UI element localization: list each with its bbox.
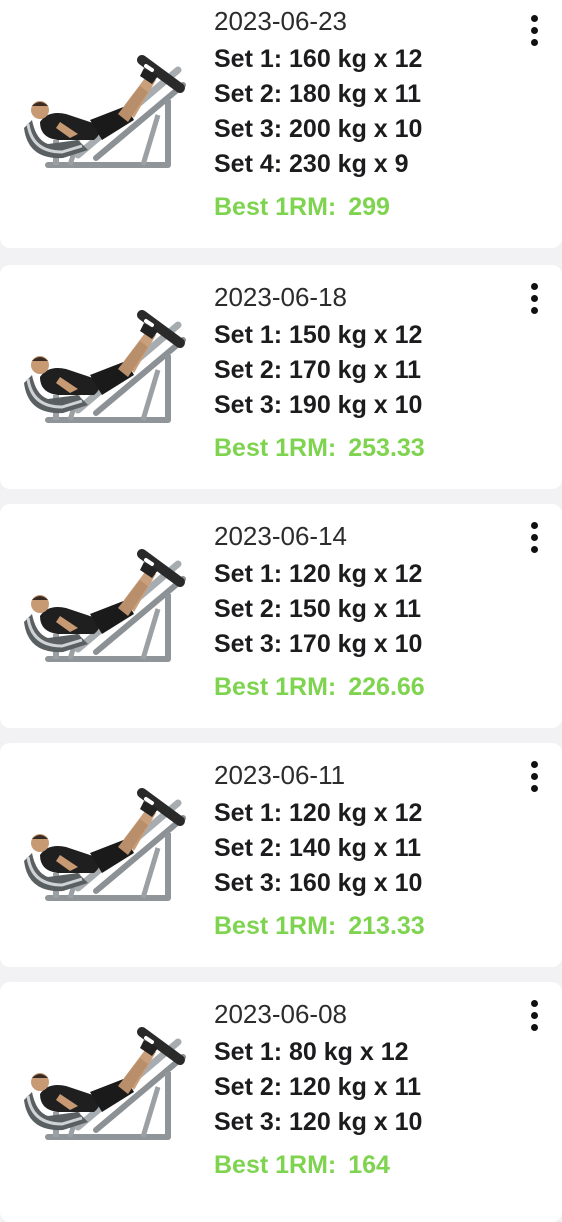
- more-vertical-icon[interactable]: [516, 278, 552, 318]
- best-1rm-value: 226.66: [348, 673, 425, 701]
- workout-date: 2023-06-14: [214, 521, 347, 551]
- set-list: Set 1: 150 kg x 12 Set 2: 170 kg x 11 Se…: [214, 318, 514, 423]
- set-row: Set 2: 120 kg x 11: [214, 1073, 422, 1101]
- set-row: Set 2: 150 kg x 11: [214, 595, 422, 623]
- set-row: Set 1: 150 kg x 12: [214, 321, 423, 349]
- workout-date: 2023-06-11: [214, 760, 346, 790]
- best-1rm-label: Best 1RM:: [214, 434, 337, 462]
- workout-history-list[interactable]: 2023-06-23 Set 1: 160 kg x 12 Set 2: 180…: [0, 0, 562, 1222]
- leg-press-icon: [18, 534, 188, 684]
- set-row: Set 1: 120 kg x 12: [214, 799, 423, 827]
- leg-press-illustration: [18, 295, 188, 445]
- best-1rm: Best 1RM: 253.33: [214, 431, 514, 465]
- leg-press-illustration: [18, 40, 188, 190]
- best-1rm-label: Best 1RM:: [214, 912, 337, 940]
- leg-press-illustration: [18, 534, 188, 684]
- more-vertical-icon[interactable]: [516, 995, 552, 1035]
- set-row: Set 1: 120 kg x 12: [214, 560, 423, 588]
- set-list: Set 1: 80 kg x 12 Set 2: 120 kg x 11 Set…: [214, 1035, 514, 1140]
- workout-card[interactable]: 2023-06-18 Set 1: 150 kg x 12 Set 2: 170…: [0, 265, 562, 489]
- set-row: Set 1: 80 kg x 12: [214, 1038, 409, 1066]
- workout-date: 2023-06-08: [214, 999, 347, 1029]
- workout-date: 2023-06-18: [214, 282, 347, 312]
- leg-press-icon: [18, 295, 188, 445]
- best-1rm-label: Best 1RM:: [214, 1151, 337, 1179]
- more-vertical-icon[interactable]: [516, 517, 552, 557]
- set-list: Set 1: 120 kg x 12 Set 2: 150 kg x 11 Se…: [214, 557, 514, 662]
- workout-card[interactable]: 2023-06-14 Set 1: 120 kg x 12 Set 2: 150…: [0, 504, 562, 728]
- more-vertical-icon[interactable]: [516, 10, 552, 50]
- set-row: Set 3: 200 kg x 10: [214, 115, 423, 143]
- leg-press-icon: [18, 1012, 188, 1162]
- set-row: Set 3: 120 kg x 10: [214, 1108, 423, 1136]
- set-row: Set 3: 170 kg x 10: [214, 630, 423, 658]
- best-1rm-value: 253.33: [348, 434, 425, 462]
- leg-press-icon: [18, 40, 188, 190]
- best-1rm-value: 164: [348, 1151, 390, 1179]
- leg-press-illustration: [18, 1012, 188, 1162]
- set-row: Set 4: 230 kg x 9: [214, 150, 409, 178]
- set-row: Set 1: 160 kg x 12: [214, 45, 423, 73]
- set-list: Set 1: 160 kg x 12 Set 2: 180 kg x 11 Se…: [214, 42, 514, 182]
- best-1rm-label: Best 1RM:: [214, 673, 337, 701]
- best-1rm: Best 1RM: 299: [214, 190, 514, 224]
- set-row: Set 3: 190 kg x 10: [214, 391, 423, 419]
- set-row: Set 2: 170 kg x 11: [214, 356, 422, 384]
- more-vertical-icon[interactable]: [516, 756, 552, 796]
- best-1rm-value: 299: [348, 193, 390, 221]
- set-row: Set 2: 180 kg x 11: [214, 80, 422, 108]
- best-1rm: Best 1RM: 213.33: [214, 909, 514, 943]
- best-1rm-value: 213.33: [348, 912, 425, 940]
- best-1rm: Best 1RM: 164: [214, 1148, 514, 1182]
- set-row: Set 3: 160 kg x 10: [214, 869, 423, 897]
- workout-card[interactable]: 2023-06-11 Set 1: 120 kg x 12 Set 2: 140…: [0, 743, 562, 967]
- workout-card[interactable]: 2023-06-08 Set 1: 80 kg x 12 Set 2: 120 …: [0, 982, 562, 1222]
- best-1rm: Best 1RM: 226.66: [214, 670, 514, 704]
- workout-card[interactable]: 2023-06-23 Set 1: 160 kg x 12 Set 2: 180…: [0, 0, 562, 248]
- workout-date: 2023-06-23: [214, 6, 347, 36]
- set-list: Set 1: 120 kg x 12 Set 2: 140 kg x 11 Se…: [214, 796, 514, 901]
- leg-press-icon: [18, 773, 188, 923]
- best-1rm-label: Best 1RM:: [214, 193, 337, 221]
- set-row: Set 2: 140 kg x 11: [214, 834, 422, 862]
- leg-press-illustration: [18, 773, 188, 923]
